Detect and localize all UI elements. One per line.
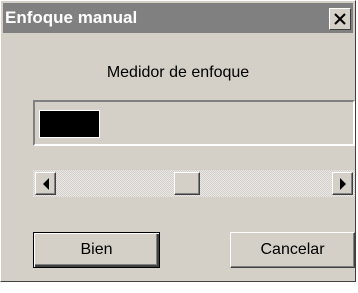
- focus-meter-heading: Medidor de enfoque: [106, 64, 250, 81]
- focus-slider-thumb[interactable]: [174, 172, 200, 195]
- focus-meter-fill: [39, 110, 100, 138]
- scroll-right-button[interactable]: [332, 172, 353, 195]
- close-button[interactable]: [329, 8, 351, 30]
- title-bar[interactable]: Enfoque manual: [3, 3, 353, 33]
- ok-button[interactable]: Bien: [33, 232, 160, 268]
- focus-meter: [33, 100, 355, 146]
- manual-focus-dialog: Enfoque manual Medidor de enfoque Bien C…: [0, 0, 356, 282]
- scroll-left-button[interactable]: [35, 172, 56, 195]
- focus-slider[interactable]: [33, 170, 355, 197]
- cancel-button[interactable]: Cancelar: [230, 232, 355, 268]
- window-title: Enfoque manual: [5, 8, 138, 27]
